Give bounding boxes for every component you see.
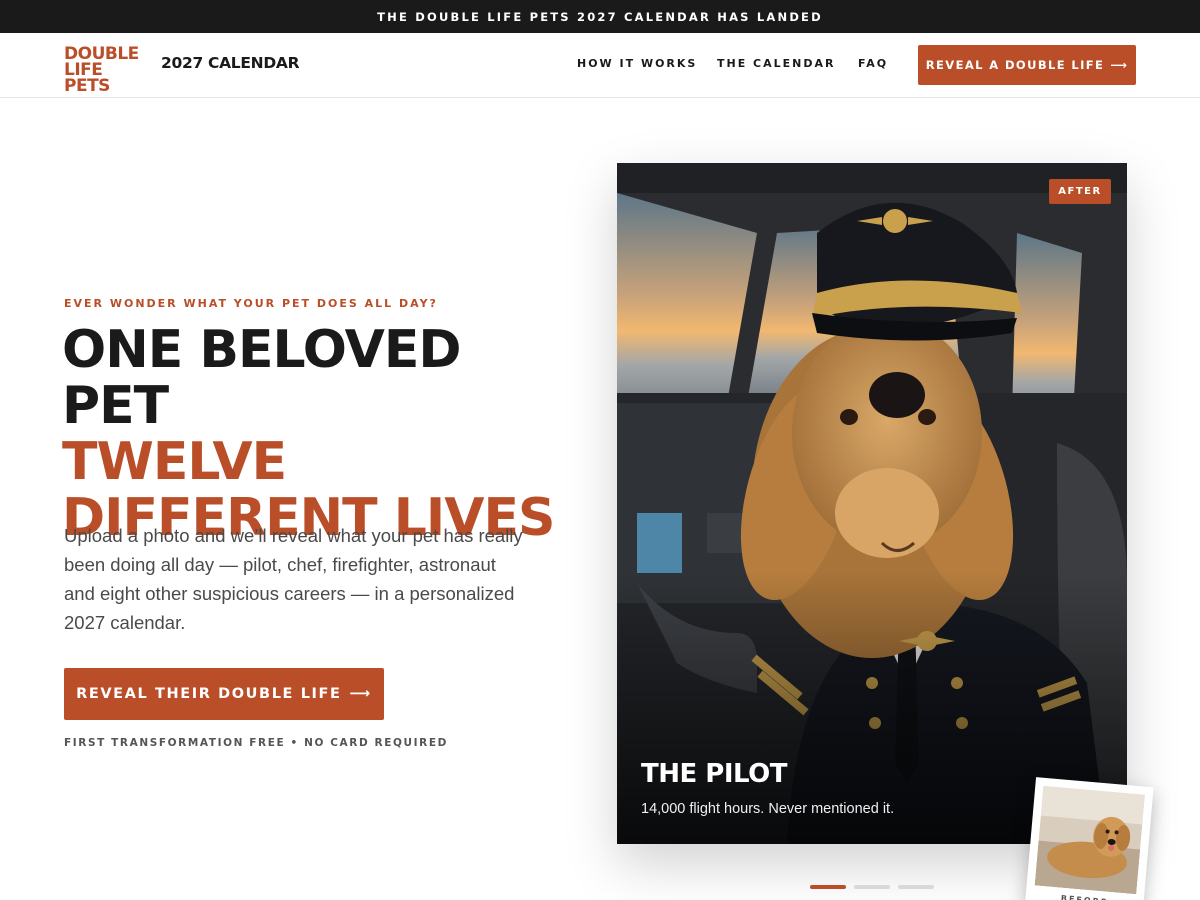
header-reveal-label: REVEAL A DOUBLE LIFE xyxy=(925,58,1105,72)
reveal-double-life-button[interactable]: REVEAL THEIR DOUBLE LIFE ⟶ xyxy=(64,668,384,720)
nav-faq[interactable]: FAQ xyxy=(858,57,888,70)
reveal-button-label: REVEAL THEIR DOUBLE LIFE xyxy=(76,686,342,702)
arrow-right-icon: ⟶ xyxy=(1110,58,1129,72)
before-dog-photo xyxy=(1034,785,1145,895)
nav-the-calendar[interactable]: THE CALENDAR xyxy=(717,57,835,70)
carousel-dot-2[interactable] xyxy=(854,885,890,889)
headline-line-2: TWELVE xyxy=(62,432,287,492)
announcement-bar: THE DOUBLE LIFE PETS 2027 CALENDAR HAS L… xyxy=(0,0,1200,33)
after-badge: AFTER xyxy=(1049,179,1111,204)
site-header: DOUBLE LIFE PETS 2027 CALENDAR HOW IT WO… xyxy=(0,33,1200,98)
brand-subtitle: 2027 CALENDAR xyxy=(161,54,300,72)
announcement-text: THE DOUBLE LIFE PETS 2027 CALENDAR HAS L… xyxy=(377,9,823,24)
header-reveal-button[interactable]: REVEAL A DOUBLE LIFE ⟶ xyxy=(918,45,1136,85)
carousel-dots xyxy=(810,885,934,889)
hero-body: Upload a photo and we’ll reveal what you… xyxy=(64,525,523,633)
carousel-dot-1[interactable] xyxy=(810,885,846,889)
hero-eyebrow: EVER WONDER WHAT YOUR PET DOES ALL DAY? xyxy=(64,297,438,310)
logo[interactable]: DOUBLE LIFE PETS xyxy=(64,46,148,96)
arrow-right-icon: ⟶ xyxy=(349,686,372,702)
card-caption: 14,000 flight hours. Never mentioned it. xyxy=(641,801,895,817)
card-title: THE PILOT xyxy=(641,759,788,789)
logo-line-2: LIFE PETS xyxy=(64,60,110,96)
nav-how-it-works[interactable]: HOW IT WORKS xyxy=(577,57,697,70)
hero-headline: ONE BELOVED PET TWELVE DIFFERENT LIVES xyxy=(62,322,582,546)
before-polaroid: BEFORE xyxy=(1024,777,1154,900)
pilot-showcase-card: AFTER THE PILOT 14,000 flight hours. Nev… xyxy=(617,163,1127,844)
fine-print: FIRST TRANSFORMATION FREE • NO CARD REQU… xyxy=(64,737,448,749)
pilot-dog-image xyxy=(617,163,1127,844)
headline-line-1: ONE BELOVED PET xyxy=(62,320,462,436)
carousel-dot-3[interactable] xyxy=(898,885,934,889)
